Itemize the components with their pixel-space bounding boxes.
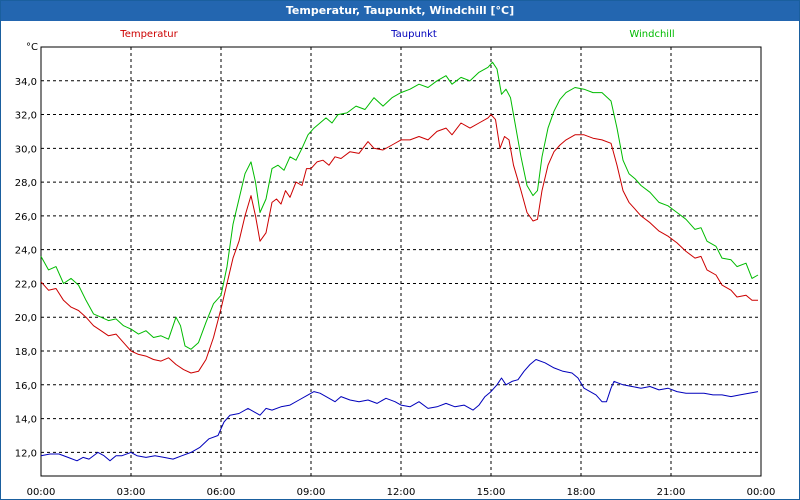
x-tick-time: 18:00 [567, 487, 596, 498]
x-tick-time: 00:00 [747, 487, 776, 498]
x-tick-time: 12:00 [387, 487, 416, 498]
legend-taupunkt: Taupunkt [390, 29, 437, 40]
legend-windchill: Windchill [629, 29, 674, 40]
x-tick-time: 06:00 [207, 487, 236, 498]
x-tick-time: 15:00 [477, 487, 506, 498]
y-tick-label: 24,0 [15, 246, 37, 257]
y-tick-label: 34,0 [15, 77, 37, 88]
y-tick-label: 26,0 [15, 212, 37, 223]
series-line-taupunkt [40, 359, 759, 462]
legend: Temperatur Taupunkt Windchill [119, 29, 674, 40]
y-tick-label: 16,0 [15, 381, 37, 392]
tick-labels: 12,0 14,0 16,0 18,0 20,0 22,0 24,0 26,0 28,0 30,0… [15, 77, 776, 498]
x-tick-time: 03:00 [117, 487, 146, 498]
series-layer [40, 61, 759, 462]
y-axis-unit: °C [26, 42, 38, 53]
y-tick-label: 18,0 [15, 347, 37, 358]
y-tick-label: 12,0 [15, 448, 37, 459]
window-title: Temperatur, Taupunkt, Windchill [°C] [1, 1, 799, 21]
y-tick-label: 22,0 [15, 279, 37, 290]
chart-window: Temperatur, Taupunkt, Windchill [°C] 12,… [0, 0, 800, 500]
y-tick-label: 28,0 [15, 178, 37, 189]
y-tick-label: 14,0 [15, 415, 37, 426]
y-tick-label: 20,0 [15, 313, 37, 324]
series-line-windchill [40, 61, 759, 350]
x-tick-time: 00:00 [27, 487, 56, 498]
y-tick-label: 30,0 [15, 144, 37, 155]
grid [41, 47, 761, 476]
legend-temperatur: Temperatur [119, 29, 178, 40]
y-tick-label: 32,0 [15, 111, 37, 122]
x-tick-time: 09:00 [297, 487, 326, 498]
chart-canvas: 12,0 14,0 16,0 18,0 20,0 22,0 24,0 26,0 28,0 30,0… [15, 29, 776, 498]
series-line-temperatur [40, 114, 758, 374]
x-tick-time: 21:00 [657, 487, 686, 498]
plot-area [40, 46, 762, 477]
